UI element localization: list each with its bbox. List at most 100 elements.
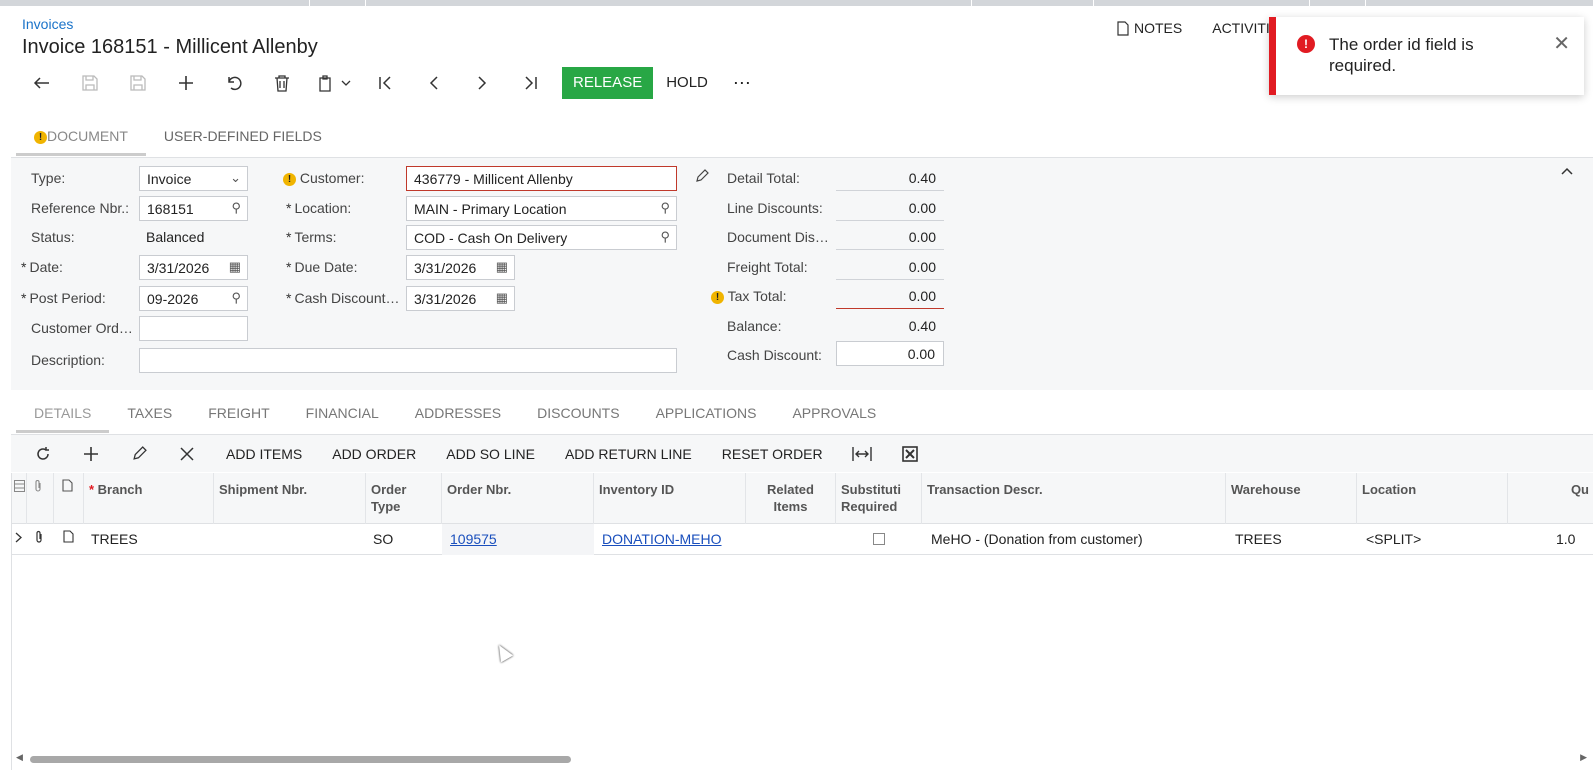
breadcrumb[interactable]: Invoices — [22, 16, 73, 32]
tab-approvals[interactable]: APPROVALS — [774, 399, 894, 433]
substitution-checkbox[interactable] — [873, 533, 885, 545]
next-record-button[interactable] — [458, 67, 506, 99]
row-selector-header[interactable] — [12, 473, 27, 524]
expand-row-button[interactable] — [12, 524, 27, 555]
edit-row-button[interactable] — [115, 439, 163, 469]
copy-paste-button[interactable] — [306, 67, 362, 99]
activities-link[interactable]: ACTIVITI — [1212, 20, 1270, 36]
top-nav-segment[interactable] — [366, 0, 972, 6]
row-attachment-button[interactable] — [27, 524, 54, 555]
hold-button[interactable]: HOLD — [653, 67, 721, 99]
tab-freight[interactable]: FREIGHT — [190, 399, 287, 433]
order-nbr-link[interactable]: 109575 — [450, 531, 497, 547]
related-items-cell[interactable] — [746, 524, 836, 555]
reset-order-button[interactable]: RESET ORDER — [707, 439, 838, 469]
customer-ord-field[interactable] — [139, 316, 248, 341]
related-items-header[interactable]: Related Items — [746, 473, 836, 524]
add-items-button[interactable]: ADD ITEMS — [211, 439, 317, 469]
notes-link[interactable]: NOTES — [1117, 20, 1182, 36]
add-return-line-button[interactable]: ADD RETURN LINE — [550, 439, 707, 469]
cash-discount-date-field[interactable]: 3/31/2026 ▦ — [406, 286, 515, 311]
scroll-left-icon[interactable]: ◀ — [16, 752, 23, 763]
due-date-field[interactable]: 3/31/2026 ▦ — [406, 255, 515, 280]
horizontal-scrollbar[interactable]: ◀ ▶ — [11, 752, 1593, 766]
order-nbr-header[interactable]: Order Nbr. — [442, 473, 594, 524]
cash-discount-field[interactable]: 0.00 — [836, 341, 944, 366]
scrollbar-thumb[interactable] — [30, 756, 571, 763]
tab-addresses[interactable]: ADDRESSES — [397, 399, 519, 433]
warehouse-cell[interactable]: TREES — [1230, 524, 1357, 555]
add-order-button[interactable]: ADD ORDER — [317, 439, 431, 469]
type-select[interactable]: Invoice ⌄ — [139, 166, 248, 191]
save-close-button[interactable] — [66, 67, 114, 99]
transaction-descr-cell[interactable]: MeHO - (Donation from customer) — [926, 524, 1226, 555]
top-nav-segment[interactable] — [1310, 0, 1366, 6]
substitution-required-cell[interactable] — [836, 524, 922, 555]
tab-user-defined-fields[interactable]: USER-DEFINED FIELDS — [146, 122, 340, 156]
search-icon[interactable]: ⚲ — [231, 200, 241, 216]
order-type-header[interactable]: Order Type — [366, 473, 442, 524]
warehouse-header[interactable]: Warehouse — [1226, 473, 1357, 524]
fit-columns-button[interactable] — [838, 439, 886, 469]
last-record-button[interactable] — [506, 67, 554, 99]
inventory-id-cell[interactable]: DONATION-MEHO — [594, 524, 746, 555]
export-excel-button[interactable] — [886, 439, 934, 469]
location-header[interactable]: Location — [1357, 473, 1508, 524]
substitution-required-header[interactable]: Substituti Required — [836, 473, 922, 524]
scroll-right-icon[interactable]: ▶ — [1580, 752, 1587, 763]
branch-cell[interactable]: TREES — [86, 524, 214, 555]
refresh-button[interactable] — [19, 439, 67, 469]
calendar-icon[interactable]: ▦ — [496, 290, 508, 306]
edit-customer-button[interactable] — [695, 169, 709, 186]
top-nav-segment[interactable] — [310, 0, 366, 6]
delete-button[interactable] — [258, 67, 306, 99]
undo-button[interactable] — [210, 67, 258, 99]
tab-applications[interactable]: APPLICATIONS — [638, 399, 775, 433]
table-row[interactable]: TREES SO 109575 DONATION-MEHO MeHO - (Do… — [12, 524, 1593, 555]
quantity-cell[interactable]: 1.0 — [1553, 524, 1593, 555]
tab-discounts[interactable]: DISCOUNTS — [519, 399, 637, 433]
chevron-up-icon[interactable] — [1561, 162, 1573, 178]
date-field[interactable]: 3/31/2026 ▦ — [139, 255, 248, 280]
tab-financial[interactable]: FINANCIAL — [288, 399, 397, 433]
release-button[interactable]: RELEASE — [562, 67, 654, 99]
row-notes-button[interactable] — [54, 524, 84, 555]
calendar-icon[interactable]: ▦ — [229, 259, 241, 275]
back-button[interactable] — [18, 67, 66, 99]
terms-field[interactable]: COD - Cash On Delivery ⚲ — [406, 225, 677, 250]
reference-nbr-field[interactable]: 168151 ⚲ — [139, 196, 248, 221]
search-icon[interactable]: ⚲ — [660, 200, 670, 216]
shipment-nbr-cell[interactable] — [214, 524, 366, 555]
first-record-button[interactable] — [362, 67, 410, 99]
previous-record-button[interactable] — [410, 67, 458, 99]
tab-document[interactable]: ! DOCUMENT — [16, 122, 146, 156]
location-cell[interactable]: <SPLIT> — [1361, 524, 1508, 555]
delete-row-button[interactable] — [163, 439, 211, 469]
calendar-icon[interactable]: ▦ — [496, 259, 508, 275]
order-nbr-cell[interactable]: 109575 — [442, 524, 594, 555]
post-period-field[interactable]: 09-2026 ⚲ — [139, 286, 248, 311]
top-nav-segment[interactable] — [972, 0, 1094, 6]
inventory-id-header[interactable]: Inventory ID — [594, 473, 746, 524]
close-icon[interactable]: ✕ — [1553, 31, 1570, 56]
tab-details[interactable]: DETAILS — [16, 399, 110, 433]
description-field[interactable] — [139, 348, 677, 373]
tab-taxes[interactable]: TAXES — [109, 399, 190, 433]
search-icon[interactable]: ⚲ — [231, 290, 241, 306]
search-icon[interactable]: ⚲ — [660, 229, 670, 245]
add-so-line-button[interactable]: ADD SO LINE — [431, 439, 550, 469]
transaction-descr-header[interactable]: Transaction Descr. — [922, 473, 1226, 524]
top-nav-segment[interactable] — [1094, 0, 1310, 6]
order-type-cell[interactable]: SO — [368, 524, 442, 555]
quantity-header[interactable]: Qu — [1508, 473, 1593, 524]
branch-header[interactable]: * Branch — [84, 473, 214, 524]
save-button[interactable] — [114, 67, 162, 99]
more-actions-button[interactable]: ⋯ — [721, 67, 764, 99]
customer-field[interactable]: 436779 - Millicent Allenby — [406, 166, 677, 191]
top-nav-segment[interactable] — [0, 0, 310, 6]
add-row-button[interactable] — [67, 439, 115, 469]
location-field[interactable]: MAIN - Primary Location ⚲ — [406, 196, 677, 221]
inventory-id-link[interactable]: DONATION-MEHO — [602, 531, 722, 547]
add-button[interactable] — [162, 67, 210, 99]
shipment-nbr-header[interactable]: Shipment Nbr. — [214, 473, 366, 524]
